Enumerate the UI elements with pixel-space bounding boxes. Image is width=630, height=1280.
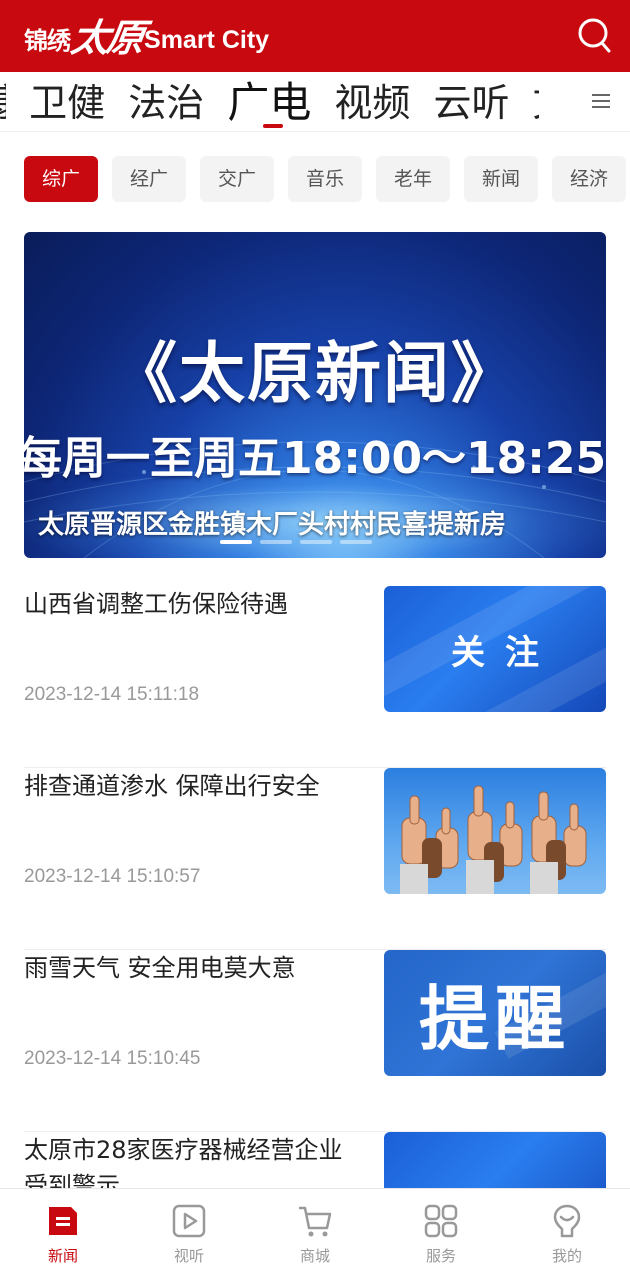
thumb-text-guanzhu: 关注 bbox=[451, 632, 559, 673]
app-header: 锦绣 太原 Smart City bbox=[0, 0, 630, 72]
nav-label-news: 新闻 bbox=[47, 1247, 78, 1265]
play-icon bbox=[172, 1204, 206, 1238]
news-item[interactable]: 山西省调整工伤保险待遇 2023-12-14 15:11:18 关注 bbox=[24, 586, 606, 768]
channel-tab-guangdian[interactable]: 广电 bbox=[227, 78, 312, 128]
sub-channel-tabs: 综广 经广 交广 音乐 老年 新闻 经济 bbox=[24, 156, 630, 202]
channel-track: 康 卫健 法治 广电 视频 云听 文 bbox=[0, 80, 557, 130]
menu-icon bbox=[592, 94, 610, 108]
logo-text-jinxiu: 锦绣 bbox=[24, 25, 71, 55]
channel-tab-weijian[interactable]: 卫健 bbox=[29, 80, 105, 126]
active-tab-indicator bbox=[263, 124, 284, 128]
nav-item-mall[interactable]: 商城 bbox=[252, 1189, 378, 1280]
channel-menu-button[interactable] bbox=[572, 72, 630, 130]
channel-tab-bar: 康 卫健 法治 广电 视频 云听 文 bbox=[0, 72, 630, 132]
nav-item-news[interactable]: 新闻 bbox=[0, 1189, 126, 1280]
news-time: 2023-12-14 15:11:18 bbox=[24, 684, 200, 705]
grid-icon bbox=[424, 1204, 458, 1238]
search-button[interactable] bbox=[576, 16, 612, 54]
news-title: 山西省调整工伤保险待遇 bbox=[24, 590, 288, 618]
nav-item-profile[interactable]: 我的 bbox=[504, 1189, 630, 1280]
logo-text-smart-city: Smart City bbox=[144, 25, 270, 54]
carousel-dot[interactable] bbox=[300, 540, 332, 544]
news-thumbnail-thumbs-up bbox=[384, 768, 606, 894]
news-list: 山西省调整工伤保险待遇 2023-12-14 15:11:18 关注 排查通道渗… bbox=[24, 586, 606, 1280]
nav-label-services: 服务 bbox=[425, 1247, 456, 1265]
channel-tab-label: 广电 bbox=[227, 78, 312, 127]
carousel-indicator bbox=[220, 540, 380, 544]
news-item[interactable]: 排查通道渗水 保障出行安全 2023-12-14 15:10:57 bbox=[24, 768, 606, 950]
subtab-jingji[interactable]: 经济 bbox=[552, 156, 626, 202]
subtab-jiaoguang[interactable]: 交广 bbox=[200, 156, 274, 202]
channel-tab-fazhi[interactable]: 法治 bbox=[128, 80, 204, 126]
news-time: 2023-12-14 15:10:57 bbox=[24, 866, 201, 887]
banner-caption: 太原晋源区金胜镇木厂头村村民喜提新房 bbox=[38, 510, 507, 540]
search-icon bbox=[578, 18, 611, 53]
carousel-dot[interactable] bbox=[260, 540, 292, 544]
subtab-laonian[interactable]: 老年 bbox=[376, 156, 450, 202]
thumbs-up-image bbox=[400, 785, 587, 894]
nav-label-profile: 我的 bbox=[551, 1247, 582, 1265]
news-item[interactable]: 雨雪天气 安全用电莫大意 2023-12-14 15:10:45 提醒 bbox=[24, 950, 606, 1132]
carousel-dot[interactable] bbox=[220, 540, 252, 544]
channel-tab-0[interactable]: 康 bbox=[0, 80, 6, 126]
banner-carousel[interactable]: 《太原新闻》 每周一至周五18:00～18:25 太原晋源区金胜镇木厂头村村民喜… bbox=[24, 232, 606, 558]
news-icon bbox=[49, 1207, 77, 1235]
carousel-dot[interactable] bbox=[340, 540, 372, 544]
profile-icon bbox=[553, 1204, 581, 1238]
nav-label-audiovisual: 视听 bbox=[173, 1247, 204, 1265]
news-thumbnail: 提醒 bbox=[384, 950, 606, 1076]
channel-tab-6[interactable]: 文 bbox=[533, 80, 539, 126]
nav-label-mall: 商城 bbox=[299, 1247, 330, 1265]
news-thumbnail: 关注 bbox=[384, 586, 606, 712]
subtab-jingguang[interactable]: 经广 bbox=[112, 156, 186, 202]
bottom-navigation: 新闻 视听 商城 服务 我的 bbox=[0, 1188, 630, 1280]
cart-icon bbox=[299, 1206, 332, 1237]
news-title: 排查通道渗水 保障出行安全 bbox=[24, 772, 320, 800]
banner-title: 《太原新闻》 bbox=[111, 335, 519, 412]
subtab-yinyue[interactable]: 音乐 bbox=[288, 156, 362, 202]
nav-item-services[interactable]: 服务 bbox=[378, 1189, 504, 1280]
banner-schedule: 每周一至周五18:00～18:25 bbox=[24, 433, 606, 484]
news-time: 2023-12-14 15:10:45 bbox=[24, 1048, 201, 1069]
logo-text-taiyuan: 太原 bbox=[68, 14, 145, 60]
subtab-xinwen[interactable]: 新闻 bbox=[464, 156, 538, 202]
channel-tab-yunting[interactable]: 云听 bbox=[434, 80, 510, 126]
app-logo: 锦绣 太原 Smart City bbox=[24, 14, 269, 62]
subtab-zongguang[interactable]: 综广 bbox=[24, 156, 98, 202]
news-title: 雨雪天气 安全用电莫大意 bbox=[24, 954, 296, 982]
thumb-text-tixing: 提醒 bbox=[419, 977, 571, 1060]
nav-item-audiovisual[interactable]: 视听 bbox=[126, 1189, 252, 1280]
channel-tab-shipin[interactable]: 视频 bbox=[334, 80, 410, 126]
